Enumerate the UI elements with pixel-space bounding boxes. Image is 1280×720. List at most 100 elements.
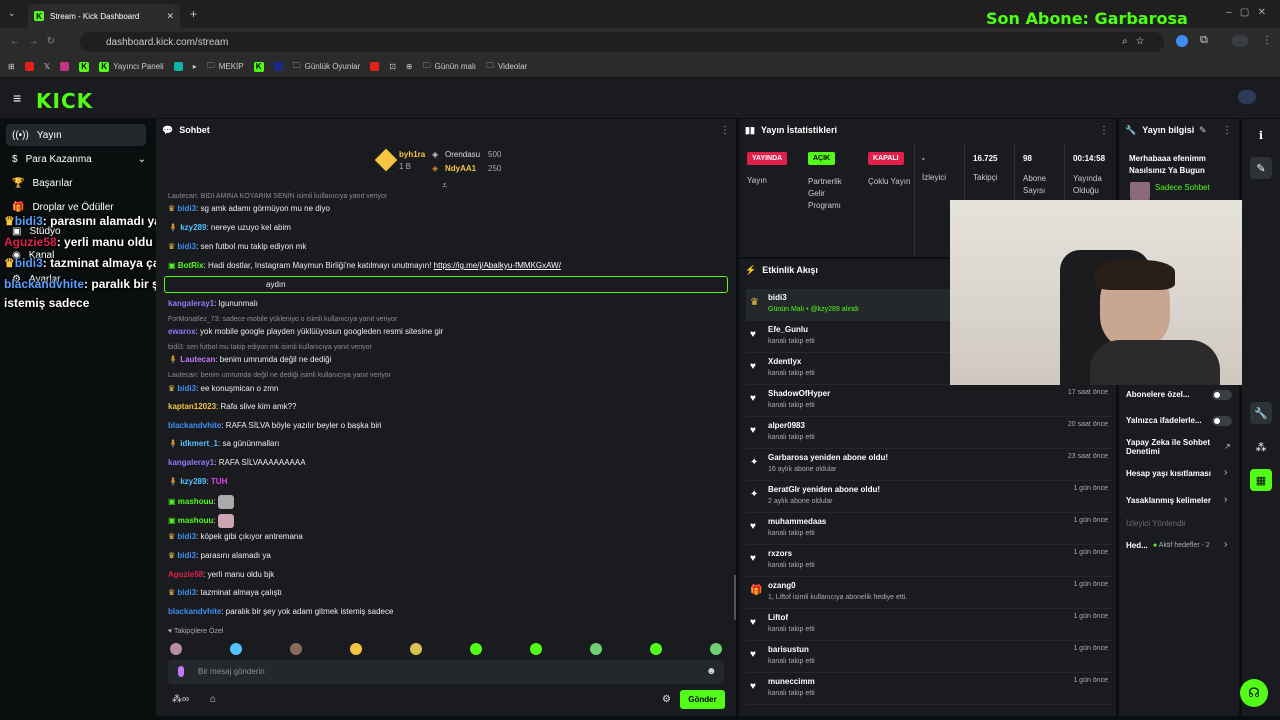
chat-message[interactable]: kangaleray1: lgununmalı [168,299,258,308]
chat-scrollbar[interactable] [734,575,736,620]
window-controls[interactable]: – ▢ ✕ [1226,7,1266,18]
bookmark-gunluk-oyunlar[interactable]: 🗀 Günlük Oyunlar [293,60,361,74]
emote-icon[interactable] [230,643,242,655]
chat-message[interactable]: 🧍 Lautecan: benim umrumda değil ne dediğ… [168,355,331,364]
activity-item[interactable]: ♥ alper0983 kanalı takip etti 20 saat önce [746,417,1112,449]
emote-icon[interactable] [590,643,602,655]
chat-settings-icon[interactable]: ⚙ [662,694,671,705]
sidebar-item-para-kazanma[interactable]: $ Para Kazanma ⌄ [6,148,146,170]
chat-message[interactable]: blackandvhite: RAFA SİLVA böyle yazılır … [168,421,382,430]
youtube-icon-2[interactable] [370,62,380,71]
zoom-icon[interactable]: ⌕ ☆ [1122,36,1144,47]
chat-message[interactable]: 🧍 idkmert_1: sa gününmalları [168,439,279,448]
user-avatar[interactable] [1238,90,1256,104]
account-age-label[interactable]: Hesap yaşı kısıtlaması [1126,469,1211,478]
kick-icon-2[interactable]: K [253,61,264,72]
emotes-only-toggle[interactable] [1212,416,1232,426]
activity-item[interactable]: 🎁 ozang0 1, Liftof isimli kullanıcıya abon… [746,577,1112,609]
store-icon[interactable]: ⌂ [210,694,216,705]
bookmark-mekip[interactable]: 🗀 MEKİP [207,60,244,74]
extension-icon[interactable] [1176,35,1188,47]
chat-message[interactable]: ▣ mashouu: [168,495,234,509]
emote-icon[interactable] [530,643,542,655]
chat-message[interactable]: ♛ bidi3: tazminat almaya çalıştı [168,588,282,597]
emote-icon[interactable] [410,643,422,655]
goals-label[interactable]: Hed... [1126,541,1148,550]
activity-item[interactable]: ♥ muhammedaas kanalı takip etti 1 gün önce [746,513,1112,545]
leaderboard-second-user[interactable]: Orendasu [445,150,480,159]
chat-message[interactable]: kaptan12023: Rafa slive kim amk?? [168,402,297,411]
chart-icon[interactable]: ▦ [1250,469,1272,491]
activity-item[interactable]: ♥ muneccimm kanalı takip etti 1 gün önce [746,673,1112,705]
leaderboard-first-user[interactable]: byh1ra [399,150,425,159]
puzzle-icon[interactable]: ⧉ [1200,34,1208,47]
expand-leaderboard-icon[interactable]: ⩡ [442,180,447,191]
external-link-icon[interactable]: ↗ [1224,442,1231,451]
chat-message[interactable]: blackandvhite: paralık bir şey yok adam … [168,607,393,616]
bookmark-yayinci-paneli[interactable]: K Yayıncı Paneli [99,61,164,72]
chat-message[interactable]: ♛ bidi3: parasını alamadı ya [168,551,271,560]
activity-item[interactable]: ♥ Liftof kanalı takip etti 1 gün önce [746,609,1112,641]
game-icon[interactable]: ⊡ [389,62,396,71]
activity-item[interactable]: ✦ Garbarosa yeniden abone oldu! 16 aylık a… [746,449,1112,481]
edit-icon[interactable]: ✎ [1199,125,1207,136]
stats-menu-icon[interactable]: ⋮ [1099,125,1109,136]
kick-logo[interactable]: KICK [36,89,93,113]
youtube-icon[interactable] [24,62,34,71]
activity-item[interactable]: ♥ barisustun kanalı takip etti 1 gün önce [746,641,1112,673]
chat-message[interactable]: 🧍 kzy289: nereye uzuyo kel abim [168,223,291,232]
hamburger-icon[interactable]: ≡ [13,90,21,106]
emote-icon[interactable] [470,643,482,655]
chat-menu-icon[interactable]: ⋮ [720,125,730,136]
chat-message[interactable]: ewarox: yok mobile google playden yüklüü… [168,327,443,336]
chat-message[interactable]: 🧍 kzy289: TUH [168,477,227,486]
activity-item[interactable]: ✦ BeratGlr yeniden abone oldu! 2 aylık abo… [746,481,1112,513]
chat-message[interactable]: ♛ bidi3: sg amk adamı görmüyon mu ne diy… [168,204,330,213]
pinned-message-box[interactable] [164,276,728,293]
people-icon[interactable]: ⁂ [1250,436,1272,458]
chat-message[interactable]: ▣ mashouu: [168,514,234,528]
emote-icon[interactable] [710,643,722,655]
chat-tools-icon[interactable]: ⁂∞ [172,694,189,705]
chevron-right-icon[interactable]: › [1224,539,1227,550]
tab-search-icon[interactable]: ⌄ [8,8,16,19]
bookmark-gunun-mali[interactable]: 🗀 Günün malı [423,60,476,74]
globe-icon[interactable]: ⊕ [406,62,413,71]
browser-tab[interactable]: K Stream - Kick Dashboard ✕ [28,4,180,28]
chat-message[interactable]: Aguzie58: yerli manu oldu bjk [168,570,274,579]
chevron-right-icon[interactable]: › [1224,494,1227,505]
banned-words-label[interactable]: Yasaklanmış kelimeler [1126,496,1211,505]
emote-icon[interactable] [290,643,302,655]
play-icon[interactable]: ▸ [193,62,197,71]
app-icon[interactable] [173,62,183,71]
chat-link[interactable]: https://ig.me/j/AbaIkyu-fMMKGxAW/ [434,261,561,270]
url-field[interactable]: dashboard.kick.com/stream [80,32,1164,52]
nav-arrows-icon[interactable]: ← → ↻ [10,36,55,47]
send-button[interactable]: Gönder [680,690,725,709]
ai-moderation-label[interactable]: Yapay Zeka ile Sohbet Denetimi [1126,438,1222,456]
app-icon-2[interactable] [273,62,283,71]
browser-menu-icon[interactable]: ⋮ [1262,35,1272,46]
help-chat-button[interactable]: ☊ [1240,679,1268,707]
bookmark-videolar[interactable]: 🗀 Videolar [486,60,527,74]
subscribers-only-toggle[interactable] [1212,390,1232,400]
emote-icon[interactable] [170,643,182,655]
emote-icon[interactable] [650,643,662,655]
pencil-icon[interactable]: ✎ [1250,157,1272,179]
sidebar-item-basarilar[interactable]: 🏆 Başarılar [6,172,146,194]
info-menu-icon[interactable]: ⋮ [1222,125,1232,136]
sidebar-item-yayin[interactable]: ((•)) Yayın [6,124,146,146]
instagram-icon[interactable] [60,62,70,71]
chevron-right-icon[interactable]: › [1224,467,1227,478]
activity-item[interactable]: ♥ rxzors kanalı takip etti 1 gün önce [746,545,1112,577]
activity-item[interactable]: ♥ ShadowOfHyper kanalı takip etti 17 saat ö… [746,385,1112,417]
emote-icon[interactable] [350,643,362,655]
info-icon[interactable]: ℹ [1250,124,1272,146]
leaderboard-third-user[interactable]: NdyAA1 [445,164,476,173]
emoji-icon[interactable]: ☻ [706,666,717,677]
chat-message[interactable]: ♛ bidi3: ee konuşmican o zmn [168,384,278,393]
category-chip[interactable]: Sadece Sohbet [1155,183,1210,192]
mic-icon[interactable] [178,666,184,677]
wrench-icon[interactable]: 🔧 [1250,402,1272,424]
profile-avatar[interactable] [1232,35,1248,47]
